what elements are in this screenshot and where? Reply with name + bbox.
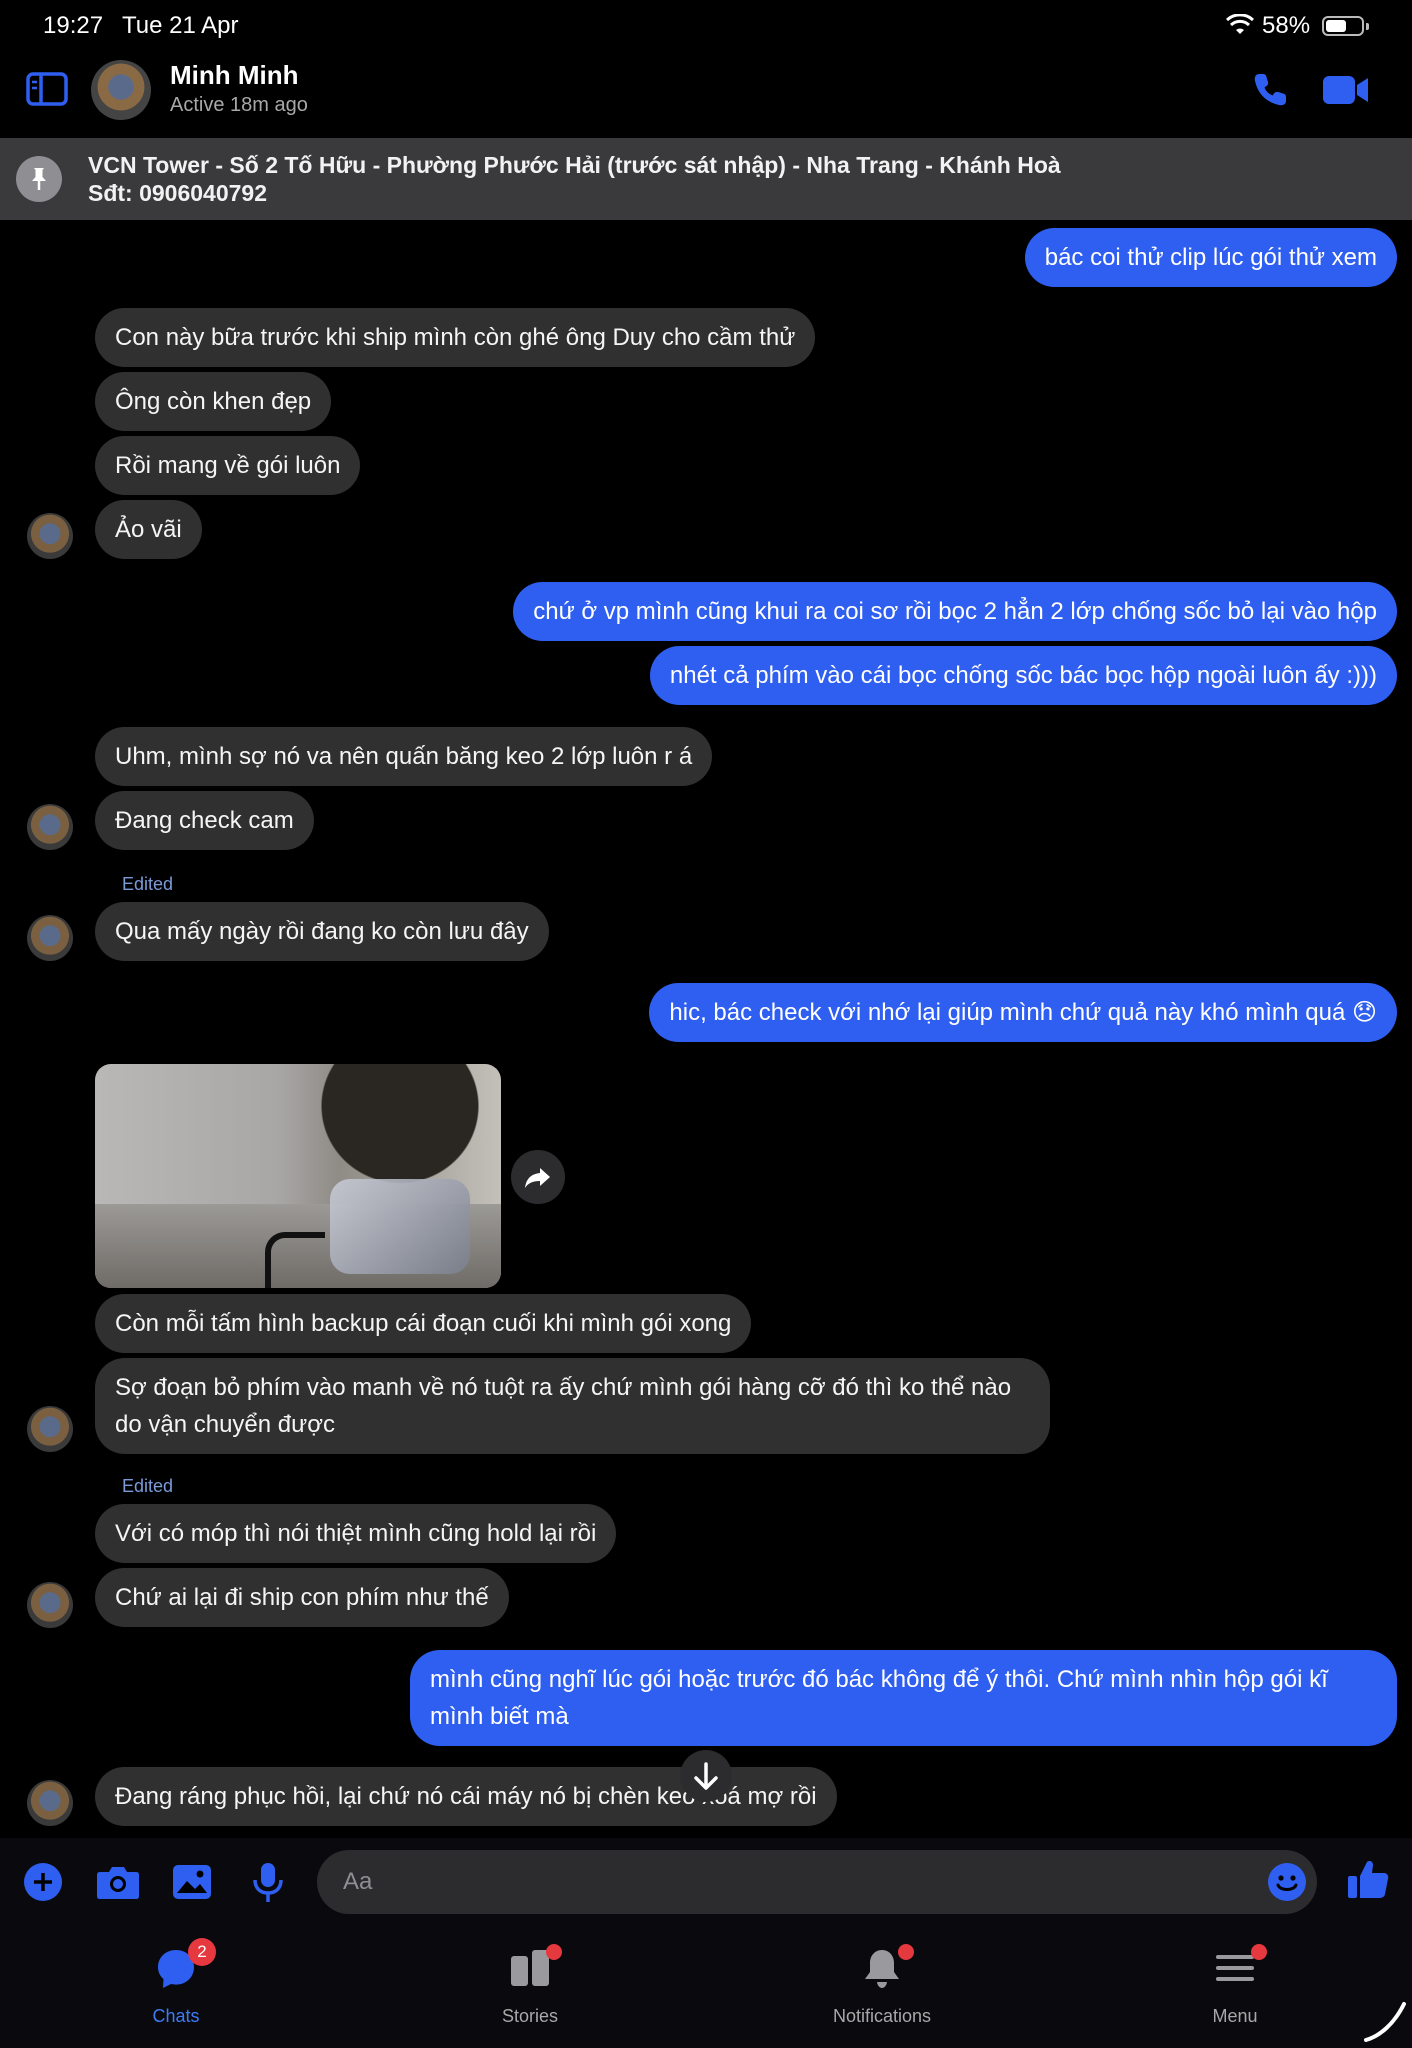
message-input[interactable]	[317, 1850, 1317, 1914]
battery-percent: 58%	[1262, 12, 1311, 39]
sender-avatar[interactable]	[27, 804, 73, 850]
message-bubble-incoming[interactable]: Chứ ai lại đi ship con phím như thế	[95, 1568, 509, 1627]
message-bubble-incoming[interactable]: Qua mấy ngày rồi đang ko còn lưu đây	[95, 902, 549, 961]
microphone-icon[interactable]	[252, 1862, 284, 1909]
video-call-button[interactable]	[1322, 72, 1370, 108]
sidebar-toggle-icon[interactable]	[26, 72, 68, 106]
tab-notifications[interactable]: Notifications	[812, 1938, 952, 2028]
scroll-to-bottom-button[interactable]	[680, 1750, 732, 1802]
menu-icon	[1215, 1948, 1255, 1993]
notification-dot	[898, 1944, 914, 1960]
sender-avatar[interactable]	[27, 1406, 73, 1452]
sender-avatar[interactable]	[27, 1780, 73, 1826]
bell-icon	[862, 1948, 902, 1995]
tab-label: Notifications	[832, 2006, 932, 2026]
message-bubble-incoming[interactable]: Đang check cam	[95, 791, 314, 850]
like-icon[interactable]	[1346, 1858, 1390, 1907]
status-bar: 19:27 Tue 21 Apr 58%	[0, 0, 1412, 54]
date: Tue 21 Apr	[122, 12, 239, 39]
active-status: Active 18m ago	[170, 94, 308, 116]
message-bubble-incoming[interactable]: Ông còn khen đẹp	[95, 372, 332, 431]
message-bubble-incoming[interactable]: Với có móp thì nói thiệt mình cũng hold …	[95, 1504, 617, 1563]
contact-avatar[interactable]	[91, 60, 151, 120]
home-indicator	[1362, 2000, 1408, 2048]
message-bubble-incoming[interactable]: Uhm, mình sợ nó va nên quấn băng keo 2 l…	[95, 727, 713, 786]
sender-avatar[interactable]	[27, 1582, 73, 1628]
tab-menu[interactable]: Menu	[1165, 1938, 1305, 2028]
message-bubble-incoming[interactable]: Con này bữa trước khi ship mình còn ghé …	[95, 308, 816, 367]
forward-button[interactable]	[511, 1150, 565, 1204]
message-bubble-incoming[interactable]: Rồi mang về gói luôn	[95, 436, 361, 495]
tab-label: Stories	[501, 2006, 559, 2026]
contact-name[interactable]: Minh Minh	[170, 60, 299, 91]
shared-photo[interactable]	[95, 1064, 501, 1288]
audio-call-button[interactable]	[1250, 70, 1290, 110]
notification-dot	[546, 1944, 562, 1960]
edited-label: Edited	[122, 1476, 174, 1496]
pinned-address: VCN Tower - Số 2 Tố Hữu - Phường Phước H…	[88, 152, 1061, 178]
message-bubble-outgoing[interactable]: chứ ở vp mình cũng khui ra coi sơ rồi bọ…	[513, 582, 1397, 641]
pinned-message-banner[interactable]: VCN Tower - Số 2 Tố Hữu - Phường Phước H…	[0, 138, 1412, 220]
message-bubble-incoming[interactable]: Sợ đoạn bỏ phím vào manh về nó tuột ra ấ…	[95, 1358, 1050, 1454]
pin-icon	[16, 156, 62, 202]
message-bubble-outgoing[interactable]: mình cũng nghĩ lúc gói hoặc trước đó bác…	[410, 1650, 1397, 1746]
sender-avatar[interactable]	[27, 513, 73, 559]
camera-icon[interactable]	[96, 1862, 140, 1907]
stories-icon	[510, 1948, 550, 1993]
clock: 19:27	[43, 12, 104, 39]
message-bubble-incoming[interactable]: Còn mỗi tấm hình backup cái đoạn cuối kh…	[95, 1294, 752, 1353]
wifi-icon	[1225, 13, 1255, 41]
tab-bar: 2 Chats Stories Notifications Menu	[0, 1924, 1412, 2048]
pinned-phone: Sđt: 0906040792	[88, 180, 268, 206]
unread-badge: 2	[188, 1938, 216, 1966]
message-bubble-incoming[interactable]: Ảo vãi	[95, 500, 202, 559]
tab-chats[interactable]: 2 Chats	[106, 1938, 246, 2028]
tab-stories[interactable]: Stories	[460, 1938, 600, 2028]
battery-icon	[1322, 16, 1369, 36]
add-icon[interactable]	[23, 1862, 63, 1907]
message-bubble-outgoing[interactable]: bác coi thử clip lúc gói thử xem	[1024, 228, 1397, 287]
notification-dot	[1251, 1944, 1267, 1960]
tab-label: Menu	[1212, 2006, 1258, 2026]
pinned-text: VCN Tower - Số 2 Tố Hữu - Phường Phước H…	[88, 151, 1061, 207]
message-bubble-outgoing[interactable]: nhét cả phím vào cái bọc chống sốc bác b…	[649, 646, 1397, 705]
sender-avatar[interactable]	[27, 915, 73, 961]
tab-label: Chats	[152, 2006, 200, 2026]
message-composer	[0, 1838, 1412, 1924]
gallery-icon[interactable]	[172, 1862, 212, 1907]
message-bubble-outgoing[interactable]: hic, bác check với nhớ lại giúp mình chứ…	[649, 983, 1397, 1042]
conversation-header: Minh Minh Active 18m ago	[0, 54, 1412, 138]
edited-label: Edited	[122, 874, 174, 894]
emoji-icon[interactable]	[1267, 1862, 1307, 1907]
